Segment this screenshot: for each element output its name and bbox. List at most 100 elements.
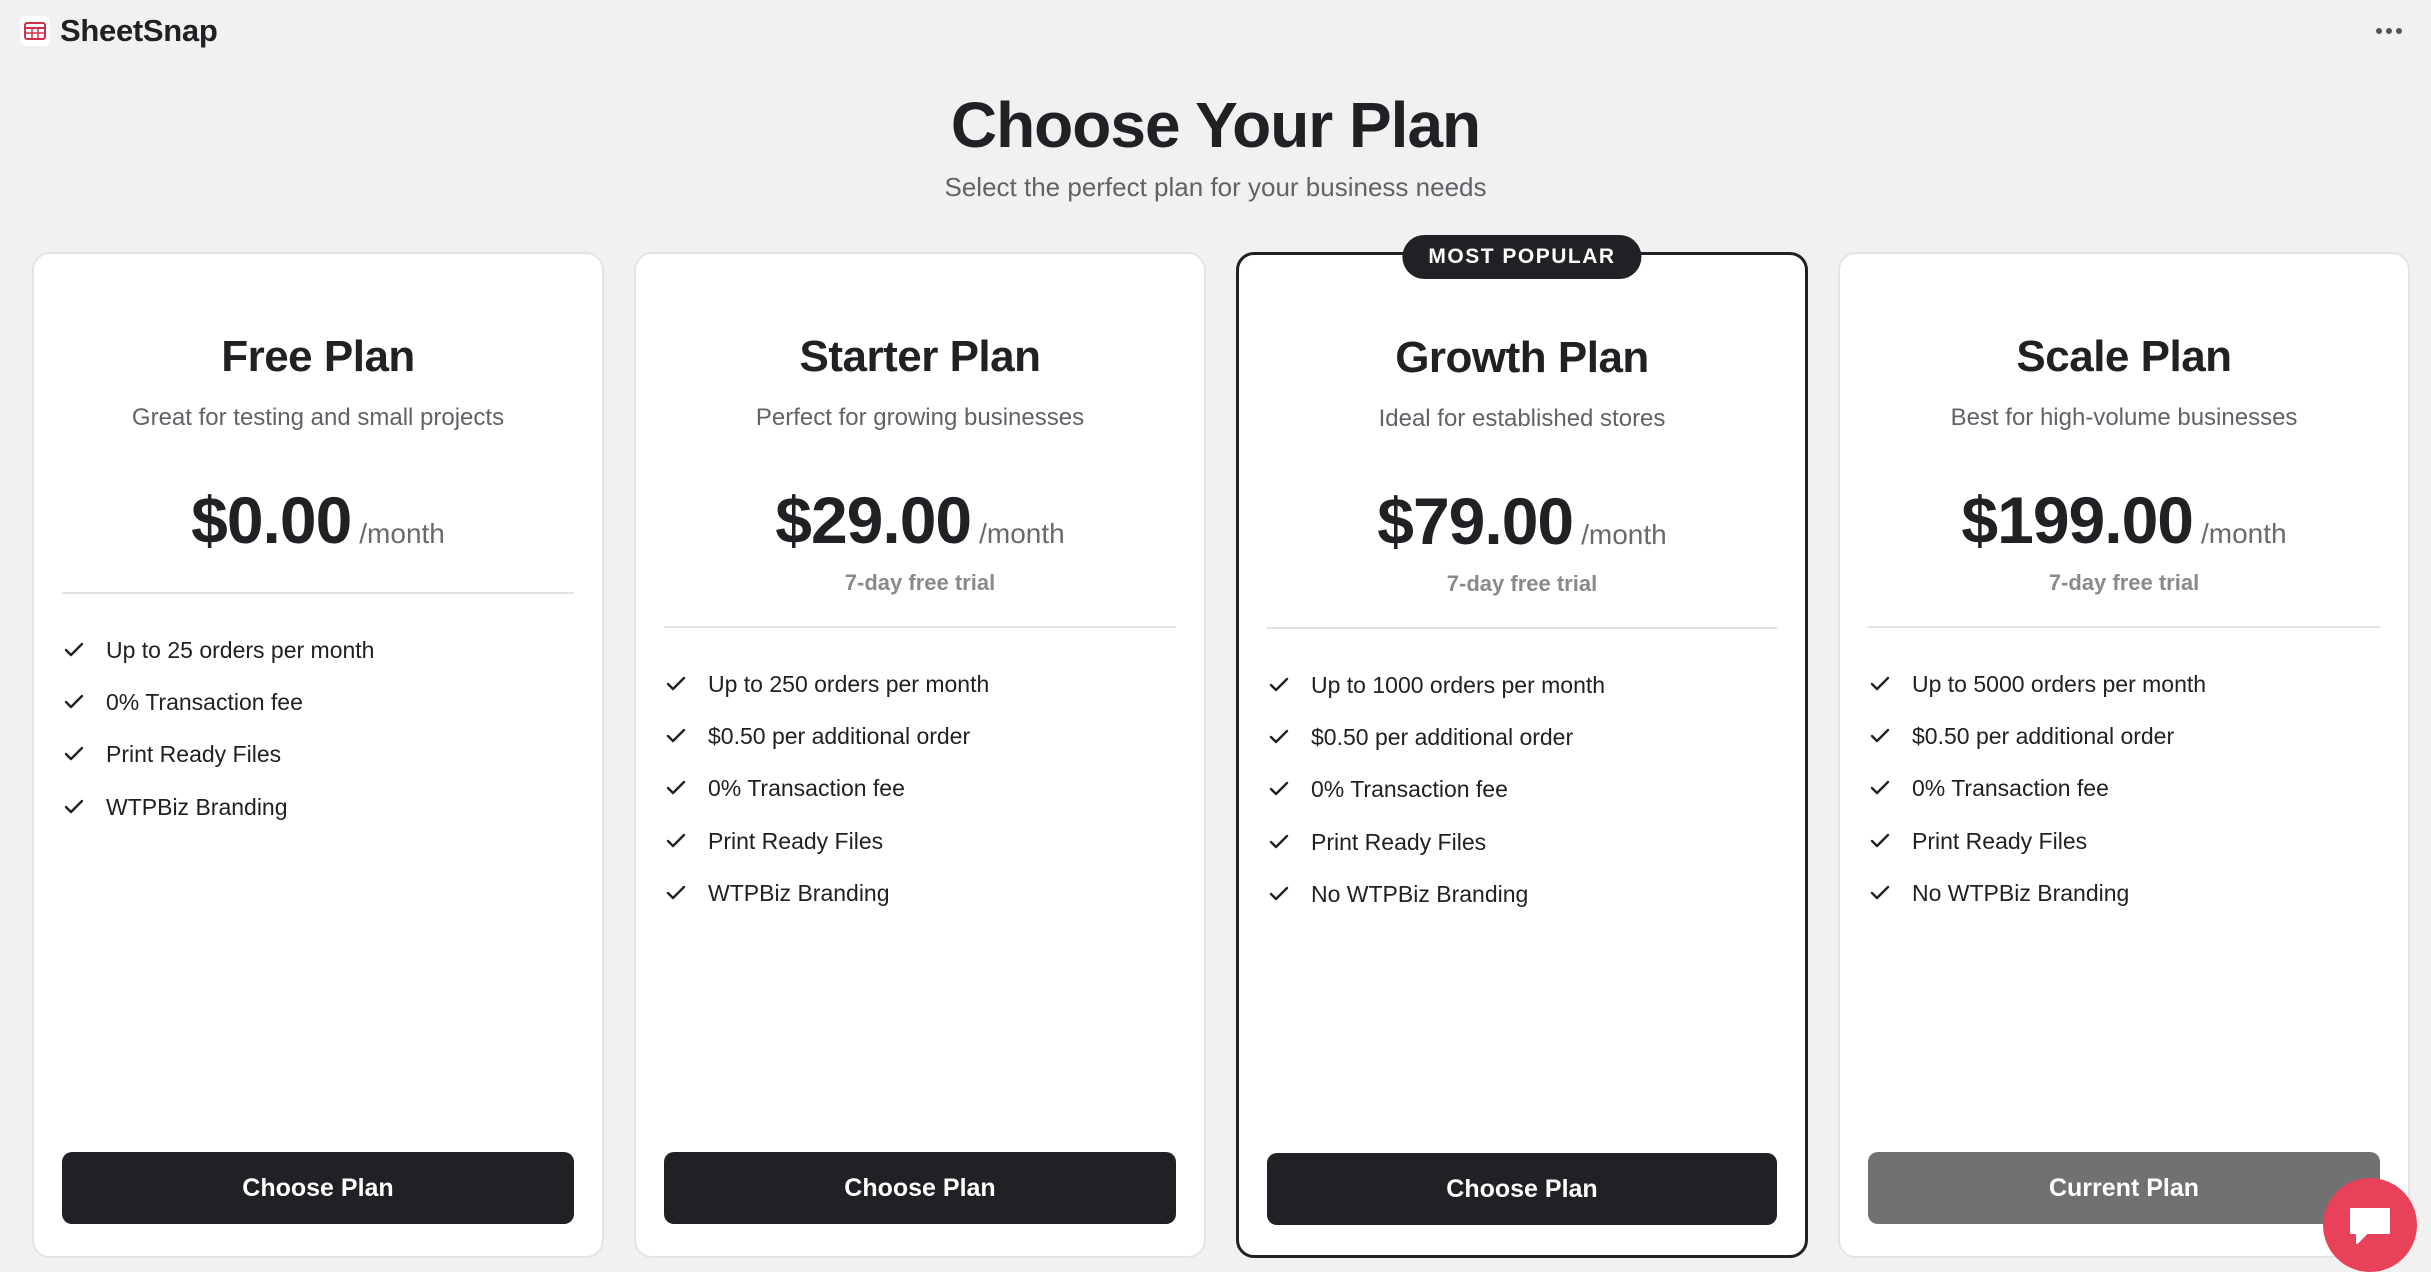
more-icon[interactable] [2369, 14, 2409, 48]
check-icon [666, 880, 708, 907]
divider [1267, 627, 1777, 629]
feature-text: Print Ready Files [708, 827, 884, 854]
check-icon [666, 723, 708, 750]
divider [664, 626, 1176, 628]
feature-item: Up to 25 orders per month [64, 624, 574, 676]
top-bar: SheetSnap [0, 0, 2431, 62]
plan-card-free-plan: Free Plan Great for testing and small pro… [32, 252, 604, 1258]
divider [62, 592, 574, 594]
feature-text: No WTPBiz Branding [1311, 880, 1529, 907]
chat-icon[interactable] [2323, 1178, 2417, 1272]
page-title: Choose Your Plan [950, 89, 1481, 161]
feature-text: 0% Transaction fee [708, 775, 905, 802]
price-row: $79.00/month [1239, 483, 1805, 559]
feature-item: Up to 5000 orders per month [1870, 658, 2380, 710]
check-icon [1870, 723, 1912, 750]
feature-item: 0% Transaction fee [1269, 764, 1777, 816]
feature-item: No WTPBiz Branding [1870, 867, 2380, 919]
choose-plan-button[interactable]: Choose Plan [62, 1152, 574, 1224]
feature-text: Up to 5000 orders per month [1912, 670, 2207, 697]
check-icon [64, 794, 106, 821]
feature-text: Up to 250 orders per month [708, 670, 990, 697]
check-icon [1870, 828, 1912, 855]
plan-name: Growth Plan [1395, 333, 1649, 382]
price-row: $29.00/month [636, 482, 1204, 558]
check-icon [1269, 724, 1311, 751]
check-icon [64, 637, 106, 664]
plan-price: $199.00 [1961, 483, 2194, 557]
feature-item: Print Ready Files [666, 815, 1176, 867]
check-icon [666, 828, 708, 855]
check-icon [1870, 775, 1912, 802]
feature-text: $0.50 per additional order [1311, 723, 1574, 750]
check-icon [666, 671, 708, 698]
feature-text: WTPBiz Branding [708, 879, 890, 906]
check-icon [1269, 776, 1311, 803]
price-period: /month [979, 518, 1065, 549]
check-icon [1870, 671, 1912, 698]
feature-text: Up to 1000 orders per month [1311, 671, 1606, 698]
plan-price: $29.00 [775, 483, 972, 557]
feature-text: $0.50 per additional order [708, 722, 971, 749]
feature-item: Up to 1000 orders per month [1269, 659, 1777, 711]
plan-card-scale-plan: Scale Plan Best for high-volume businesse… [1838, 252, 2410, 1258]
plan-name: Scale Plan [2016, 332, 2232, 381]
feature-item: Print Ready Files [64, 729, 574, 781]
page-subtitle: Select the perfect plan for your busines… [944, 172, 1487, 202]
plan-card-growth-plan: MOST POPULAR Growth Plan Ideal for establi… [1236, 235, 1808, 1258]
feature-list: Up to 25 orders per month 0% Transaction … [64, 624, 574, 833]
feature-item: 0% Transaction fee [666, 763, 1176, 815]
feature-text: WTPBiz Branding [106, 793, 288, 820]
trial-label: 7-day free trial [1446, 571, 1598, 596]
feature-text: 0% Transaction fee [1912, 775, 2109, 802]
check-icon [1870, 880, 1912, 907]
feature-text: 0% Transaction fee [106, 688, 303, 715]
trial-label: 7-day free trial [844, 570, 996, 595]
feature-list: Up to 5000 orders per month $0.50 per add… [1870, 658, 2380, 919]
app-name: SheetSnap [60, 13, 218, 48]
choose-plan-button[interactable]: Choose Plan [1267, 1153, 1777, 1225]
current-plan-button[interactable]: Current Plan [1868, 1152, 2380, 1224]
plan-name: Free Plan [221, 332, 415, 381]
plan-name: Starter Plan [799, 332, 1041, 381]
plan-price: $0.00 [191, 483, 352, 557]
feature-item: No WTPBiz Branding [1269, 868, 1777, 920]
feature-text: $0.50 per additional order [1912, 722, 2175, 749]
price-row: $0.00/month [34, 482, 602, 558]
feature-text: 0% Transaction fee [1311, 776, 1508, 803]
choose-plan-button[interactable]: Choose Plan [664, 1152, 1176, 1224]
feature-item: $0.50 per additional order [666, 710, 1176, 762]
price-period: /month [359, 518, 445, 549]
check-icon [1269, 881, 1311, 908]
most-popular-badge: MOST POPULAR [1402, 235, 1642, 279]
feature-item: WTPBiz Branding [666, 867, 1176, 919]
feature-list: Up to 250 orders per month $0.50 per addi… [666, 658, 1176, 919]
check-icon [1269, 672, 1311, 699]
plan-description: Perfect for growing businesses [755, 404, 1085, 431]
trial-label: 7-day free trial [2048, 570, 2200, 595]
feature-item: WTPBiz Branding [64, 781, 574, 833]
feature-item: 0% Transaction fee [1870, 763, 2380, 815]
feature-text: Print Ready Files [1912, 827, 2088, 854]
feature-item: Print Ready Files [1870, 815, 2380, 867]
plan-description: Ideal for established stores [1378, 405, 1666, 432]
check-icon [1269, 829, 1311, 856]
feature-item: Print Ready Files [1269, 816, 1777, 868]
feature-item: $0.50 per additional order [1269, 711, 1777, 763]
plan-price: $79.00 [1377, 484, 1574, 558]
feature-item: Up to 250 orders per month [666, 658, 1176, 710]
feature-text: Up to 25 orders per month [106, 636, 375, 663]
plan-description: Best for high-volume businesses [1950, 404, 2298, 431]
feature-text: Print Ready Files [106, 741, 282, 768]
feature-item: 0% Transaction fee [64, 676, 574, 728]
plan-card-starter-plan: Starter Plan Perfect for growing business… [634, 252, 1206, 1258]
price-period: /month [1581, 519, 1667, 550]
feature-text: Print Ready Files [1311, 828, 1487, 855]
feature-list: Up to 1000 orders per month $0.50 per add… [1269, 659, 1777, 920]
feature-text: No WTPBiz Branding [1912, 879, 2130, 906]
divider [1868, 626, 2380, 628]
feature-item: $0.50 per additional order [1870, 710, 2380, 762]
check-icon [64, 689, 106, 716]
spreadsheet-icon [20, 16, 50, 46]
price-row: $199.00/month [1840, 482, 2408, 558]
